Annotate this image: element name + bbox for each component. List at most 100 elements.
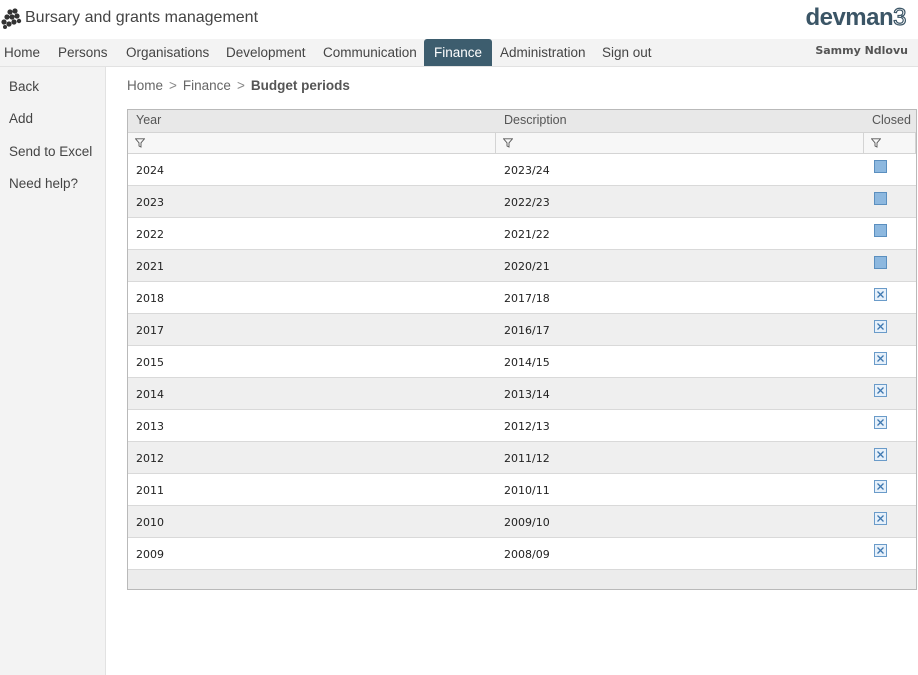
sidebar-back-link[interactable]: Back <box>9 79 39 94</box>
brand-main: devman <box>805 4 894 31</box>
grid-body: 2024 2023/24 2023 2022/23 2022 2021/22 2021 202… <box>128 154 916 570</box>
description-cell: 2021/22 <box>504 228 550 241</box>
closed-unchecked-checkbox[interactable] <box>874 192 887 205</box>
open-box-icon <box>874 192 887 205</box>
sidebar-need-help-link[interactable]: Need help? <box>9 176 78 191</box>
grid-filter-row <box>128 132 916 154</box>
breadcrumb-separator: > <box>169 78 177 93</box>
year-cell: 2023 <box>136 196 164 209</box>
closed-check-icon <box>874 416 887 429</box>
description-cell: 2016/17 <box>504 324 550 337</box>
nav-finance[interactable]: Finance <box>424 39 493 66</box>
breadcrumb-separator: > <box>236 78 245 93</box>
description-cell: 2022/23 <box>504 196 550 209</box>
table-row[interactable]: 2024 2023/24 <box>128 154 916 186</box>
year-cell: 2015 <box>136 356 164 369</box>
funnel-filter-icon <box>503 138 513 148</box>
closed-unchecked-checkbox[interactable] <box>874 256 887 269</box>
nav-administration[interactable]: Administration <box>500 39 586 66</box>
column-header-year[interactable]: Year <box>136 113 161 127</box>
year-cell: 2014 <box>136 388 164 401</box>
year-cell: 2012 <box>136 452 164 465</box>
budget-periods-grid: Year Description Closed 2024 2023/24 2023 2… <box>127 109 917 590</box>
breadcrumb-finance[interactable]: Finance <box>183 78 231 93</box>
nav-organisations[interactable]: Organisations <box>126 39 209 66</box>
table-row[interactable]: 2014 2013/14 <box>128 378 916 410</box>
app-title: Bursary and grants management <box>25 9 259 26</box>
description-cell: 2008/09 <box>504 548 550 561</box>
year-cell: 2021 <box>136 260 164 273</box>
description-cell: 2017/18 <box>504 292 550 305</box>
closed-checked-checkbox[interactable] <box>874 544 887 557</box>
closed-check-icon <box>874 480 887 493</box>
closed-check-icon <box>874 544 887 557</box>
breadcrumb: Home > Finance > Budget periods <box>127 78 350 93</box>
description-cell: 2012/13 <box>504 420 550 433</box>
nav-sign-out[interactable]: Sign out <box>602 39 652 66</box>
closed-unchecked-checkbox[interactable] <box>874 224 887 237</box>
description-cell: 2014/15 <box>504 356 550 369</box>
closed-checked-checkbox[interactable] <box>874 416 887 429</box>
description-filter-button[interactable] <box>496 133 864 153</box>
table-row[interactable]: 2017 2016/17 <box>128 314 916 346</box>
grid-header: Year Description Closed <box>128 110 916 132</box>
year-cell: 2018 <box>136 292 164 305</box>
description-cell: 2013/14 <box>504 388 550 401</box>
closed-check-icon <box>874 352 887 365</box>
description-cell: 2020/21 <box>504 260 550 273</box>
closed-filter-button[interactable] <box>864 133 916 153</box>
closed-checked-checkbox[interactable] <box>874 352 887 365</box>
user-name[interactable]: Sammy Ndlovu <box>815 39 908 63</box>
table-row[interactable]: 2010 2009/10 <box>128 506 916 538</box>
year-cell: 2011 <box>136 484 164 497</box>
closed-unchecked-checkbox[interactable] <box>874 160 887 173</box>
table-row[interactable]: 2011 2010/11 <box>128 474 916 506</box>
year-filter-button[interactable] <box>128 133 496 153</box>
description-cell: 2023/24 <box>504 164 550 177</box>
year-cell: 2024 <box>136 164 164 177</box>
funnel-filter-icon <box>871 138 881 148</box>
breadcrumb-current: Budget periods <box>250 78 350 93</box>
table-row[interactable]: 2012 2011/12 <box>128 442 916 474</box>
nav-home[interactable]: Home <box>4 39 40 66</box>
table-row[interactable]: 2022 2021/22 <box>128 218 916 250</box>
table-row[interactable]: 2018 2017/18 <box>128 282 916 314</box>
breadcrumb-home[interactable]: Home <box>127 78 163 93</box>
closed-check-icon <box>874 448 887 461</box>
sidebar-send-to-excel-link[interactable]: Send to Excel <box>9 144 92 159</box>
open-box-icon <box>874 160 887 173</box>
closed-checked-checkbox[interactable] <box>874 480 887 493</box>
closed-checked-checkbox[interactable] <box>874 320 887 333</box>
top-header: Bursary and grants management devman3 <box>0 0 918 39</box>
closed-check-icon <box>874 288 887 301</box>
year-cell: 2010 <box>136 516 164 529</box>
funnel-filter-icon <box>135 138 145 148</box>
closed-checked-checkbox[interactable] <box>874 384 887 397</box>
column-header-description[interactable]: Description <box>504 113 567 127</box>
year-cell: 2017 <box>136 324 164 337</box>
year-cell: 2013 <box>136 420 164 433</box>
closed-checked-checkbox[interactable] <box>874 448 887 461</box>
table-row[interactable]: 2009 2008/09 <box>128 538 916 570</box>
table-row[interactable]: 2023 2022/23 <box>128 186 916 218</box>
column-header-closed[interactable]: Closed <box>872 113 911 127</box>
table-row[interactable]: 2015 2014/15 <box>128 346 916 378</box>
nav-development[interactable]: Development <box>226 39 306 66</box>
table-row[interactable]: 2021 2020/21 <box>128 250 916 282</box>
description-cell: 2011/12 <box>504 452 550 465</box>
nav-persons[interactable]: Persons <box>58 39 108 66</box>
closed-checked-checkbox[interactable] <box>874 288 887 301</box>
brand-logo: devman3 <box>805 3 908 32</box>
main-nav: Home Persons Organisations Development C… <box>0 39 918 67</box>
year-cell: 2009 <box>136 548 164 561</box>
open-box-icon <box>874 224 887 237</box>
nav-communication[interactable]: Communication <box>323 39 417 66</box>
closed-check-icon <box>874 320 887 333</box>
table-row[interactable]: 2013 2012/13 <box>128 410 916 442</box>
open-box-icon <box>874 256 887 269</box>
description-cell: 2010/11 <box>504 484 550 497</box>
closed-checked-checkbox[interactable] <box>874 512 887 525</box>
sidebar-add-link[interactable]: Add <box>9 111 33 126</box>
brand-suffix: 3 <box>893 3 908 31</box>
closed-check-icon <box>874 512 887 525</box>
